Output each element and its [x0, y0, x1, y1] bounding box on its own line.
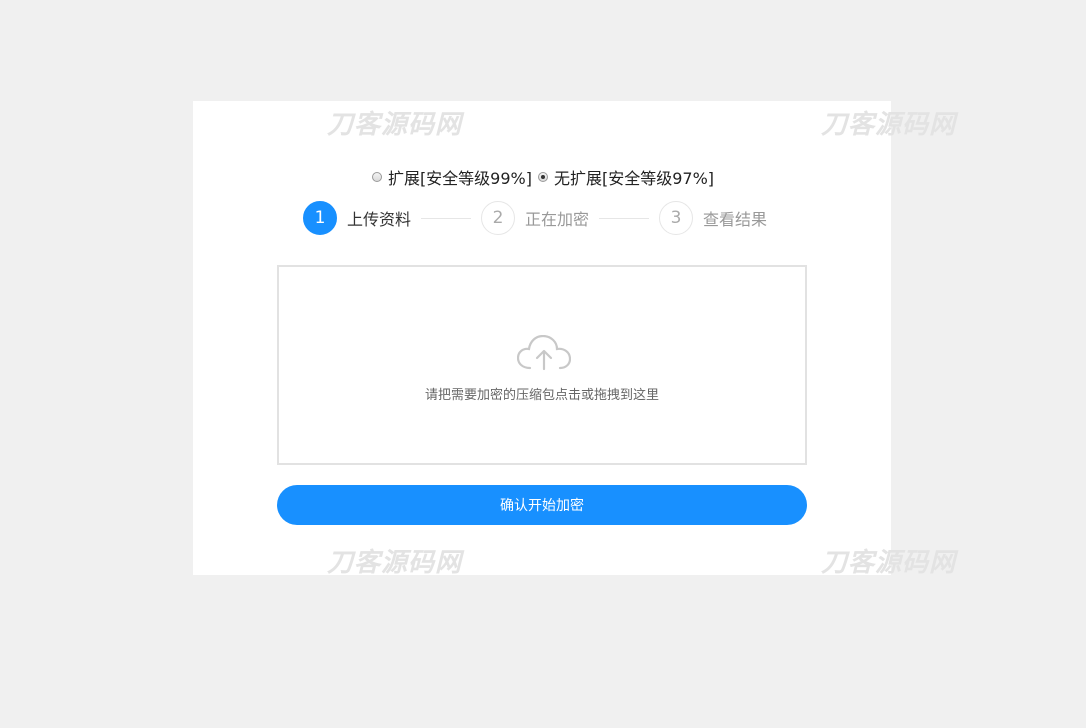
step-number-2: 2	[481, 201, 516, 235]
radio-option-no-extension[interactable]: 无扩展[安全等级97%]	[538, 165, 714, 189]
step-label-encrypting: 正在加密	[525, 210, 590, 229]
step-result: 3 查看结果	[659, 201, 767, 235]
radio-button-extended[interactable]	[371, 172, 382, 182]
radio-button-no-extension[interactable]	[538, 172, 548, 182]
step-label-result: 查看结果	[703, 210, 768, 229]
step-number-1: 1	[303, 201, 337, 235]
step-encrypting: 2 正在加密	[481, 201, 589, 235]
mode-selector: 扩展[安全等级99%] 无扩展[安全等级97%]	[0, 165, 1086, 189]
radio-label-no-extension: 无扩展[安全等级97%]	[554, 169, 715, 188]
dropzone-hint: 请把需要加密的压缩包点击或拖拽到这里	[424, 388, 659, 403]
confirm-encrypt-button[interactable]: 确认开始加密	[277, 485, 807, 525]
step-number-3: 3	[659, 201, 694, 235]
step-connector	[599, 217, 650, 219]
step-label-upload: 上传资料	[347, 210, 412, 229]
radio-option-extended[interactable]: 扩展[安全等级99%]	[371, 165, 532, 189]
progress-steps: 1 上传资料 2 正在加密 3 查看结果	[303, 201, 767, 235]
step-upload: 1 上传资料	[303, 201, 411, 235]
file-dropzone[interactable]: 请把需要加密的压缩包点击或拖拽到这里	[277, 265, 807, 465]
step-connector	[421, 217, 472, 219]
radio-label-extended: 扩展[安全等级99%]	[387, 169, 532, 188]
cloud-upload-icon	[517, 335, 571, 371]
